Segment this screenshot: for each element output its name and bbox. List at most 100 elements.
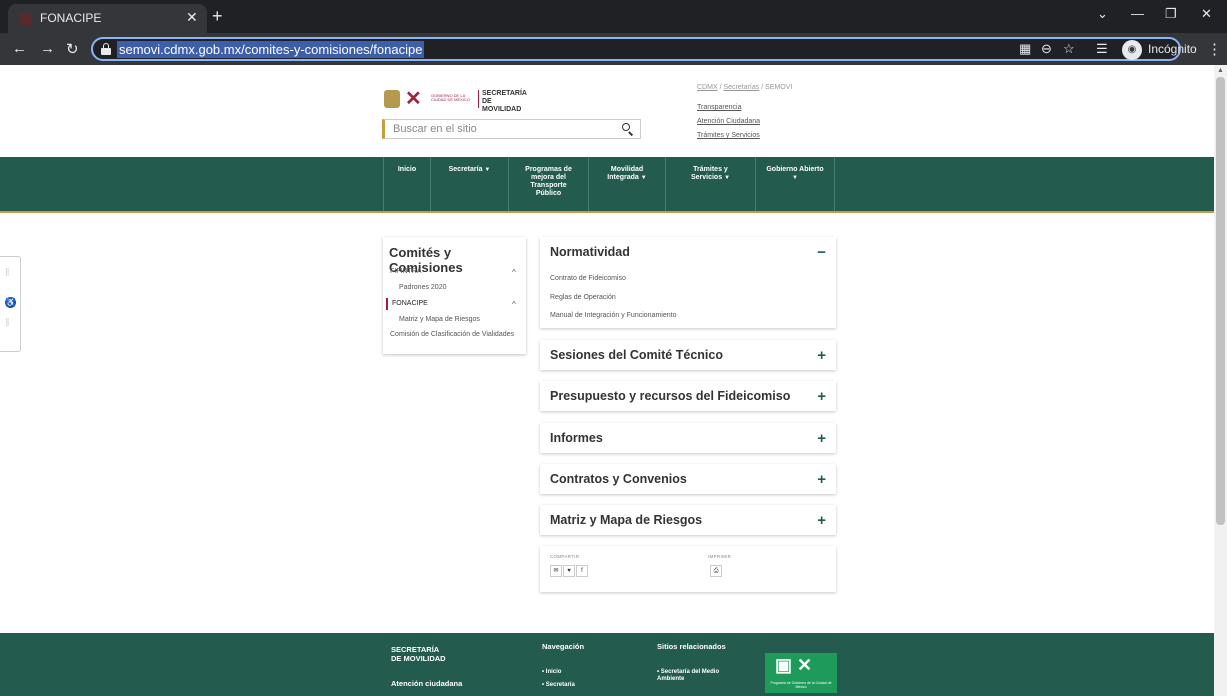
accordion-title[interactable]: Informes [550,431,603,445]
cdmx-mark-icon: ✕ [405,88,422,110]
share-facebook-icon[interactable]: f [576,565,588,577]
reload-icon[interactable]: ↻ [66,40,79,58]
accessibility-widget[interactable]: ⁞⁞ ⁞⁞ ♿ ⁞⁞ ⁞⁞ [0,256,21,352]
print-label: IMPRIMIR [708,554,732,559]
accordion-title[interactable]: Contratos y Convenios [550,472,687,486]
sidebar-item-comision[interactable]: Comisión de Clasificación de Vialidades [390,331,520,339]
sidebar-item-fonacipe[interactable]: FONACIPE [392,300,428,307]
chevron-down-icon: ▼ [724,175,731,181]
link-atencion-ciudadana[interactable]: Atención Ciudadana [697,118,760,125]
badge-text: Programa de Gobierno de la Ciudad de Méx… [770,681,832,689]
link-manual-integracion[interactable]: Manual de Integración y Funcionamiento [550,312,676,319]
zoom-icon[interactable]: ⊖ [1041,41,1052,57]
incognito-icon: ◉ [1122,40,1142,60]
nav-gobierno-abierto[interactable]: Gobierno Abierto ▼ [755,157,835,211]
collapse-minus-icon[interactable]: − [817,244,826,261]
incognito-label: Incógnito [1148,42,1197,56]
share-print-box: COMPARTIR IMPRIMIR ✉ ♥ f ⎙ [540,546,836,592]
chevron-down-icon: ▼ [640,175,647,181]
link-reglas-operacion[interactable]: Reglas de Operación [550,294,616,301]
url-text[interactable]: semovi.cdmx.gob.mx/comites-y-comisiones/… [117,41,425,58]
browser-toolbar: ← → ↻ semovi.cdmx.gob.mx/comites-y-comis… [0,33,1227,65]
accordion-presupuesto[interactable]: Presupuesto y recursos del Fideicomiso + [540,381,836,411]
accordion-title[interactable]: Normatividad [550,245,630,259]
nav-secretaria[interactable]: Secretaría ▼ [430,157,508,211]
scrollbar-thumb[interactable] [1216,77,1225,525]
accordion-normatividad: Normatividad − Contrato de Fideicomiso R… [540,237,836,328]
search-placeholder: Buscar en el sitio [393,123,477,135]
main-nav: Inicio Secretaría ▼ Programas de mejora … [0,157,1214,213]
logo-gov-text: GOBIERNO DE LA CIUDAD DE MÉXICO [431,93,470,102]
reading-list-icon[interactable]: ☰ [1096,41,1108,57]
browser-tab[interactable]: FONACIPE ✕ [8,4,207,33]
link-contrato-fideicomiso[interactable]: Contrato de Fideicomiso [550,275,626,282]
cdmx-program-badge[interactable]: ▣ ✕ Programa de Gobierno de la Ciudad de… [765,653,837,693]
browser-menu-icon[interactable]: ⋮ [1207,40,1222,58]
search-icon[interactable] [621,122,635,136]
close-window-icon[interactable]: ✕ [1201,6,1212,22]
footer-link-secretaria[interactable]: • Secretaría [542,682,575,689]
new-tab-icon[interactable]: + [212,6,223,27]
chevron-up-icon[interactable]: ^ [512,300,516,309]
link-tramites-servicios[interactable]: Trámites y Servicios [697,132,760,139]
sidebar-comites: Comités y Comisiones FIFINTRA ^ Padrones… [383,237,526,354]
expand-plus-icon[interactable]: + [817,430,826,447]
nav-programas[interactable]: Programas de mejora del Transporte Públi… [508,157,588,211]
accordion-title[interactable]: Sesiones del Comité Técnico [550,348,723,362]
print-icon[interactable]: ⎙ [710,565,722,577]
footer-link-sedema[interactable]: • Secretaría del Medio Ambiente [657,669,747,683]
address-bar[interactable]: semovi.cdmx.gob.mx/comites-y-comisiones/… [91,37,1181,61]
share-label: COMPARTIR [550,554,580,559]
forward-arrow-icon[interactable]: → [40,40,55,57]
lock-icon[interactable] [101,43,111,55]
accordion-title[interactable]: Matriz y Mapa de Riesgos [550,513,702,527]
expand-plus-icon[interactable]: + [817,347,826,364]
sidebar-item-padrones[interactable]: Padrones 2020 [399,284,446,291]
drag-handle-icon[interactable]: ⁞⁞ ⁞⁞ [6,319,9,328]
accordion-informes[interactable]: Informes + [540,423,836,453]
nav-tramites[interactable]: Trámites y Servicios ▼ [665,157,755,211]
breadcrumb-cdmx[interactable]: CDMX [697,84,718,91]
cdmx-mark-icon: ▣ ✕ [775,655,813,675]
logo-secretaria-text: SECRETARÍA DE MOVILIDAD [482,90,527,113]
footer-secretaria: SECRETARÍA DE MOVILIDAD [391,645,446,663]
share-twitter-icon[interactable]: ♥ [563,565,575,577]
nav-movilidad[interactable]: Movilidad Integrada ▼ [588,157,665,211]
expand-plus-icon[interactable]: + [817,512,826,529]
accessibility-icon[interactable]: ♿ [5,297,16,308]
breadcrumb: CDMX / Secretarías / SEMOVI [697,84,793,91]
bookmark-star-icon[interactable]: ☆ [1063,41,1075,57]
accordion-contratos[interactable]: Contratos y Convenios + [540,464,836,494]
back-arrow-icon[interactable]: ← [12,40,27,57]
sidebar-item-matriz[interactable]: Matriz y Mapa de Riesgos [399,316,480,323]
close-tab-icon[interactable]: ✕ [186,9,198,26]
chevron-down-icon: ▼ [484,167,491,173]
scroll-up-icon[interactable]: ▲ [1217,67,1224,74]
sidebar-item-fifintra[interactable]: FIFINTRA [390,268,422,275]
link-transparencia[interactable]: Transparencia [697,104,742,111]
share-email-icon[interactable]: ✉ [550,565,562,577]
accordion-matriz[interactable]: Matriz y Mapa de Riesgos + [540,505,836,535]
drag-handle-icon[interactable]: ⁞⁞ ⁞⁞ [6,269,9,278]
active-indicator [386,298,388,310]
footer-nav-heading: Navegación [542,642,585,651]
expand-plus-icon[interactable]: + [817,388,826,405]
qr-code-icon[interactable]: ▦ [1019,41,1031,57]
site-search-input[interactable]: Buscar en el sitio [382,119,641,139]
chevron-up-icon[interactable]: ^ [512,268,516,277]
minimize-icon[interactable]: — [1131,6,1144,21]
maximize-icon[interactable]: ❐ [1165,6,1177,22]
expand-plus-icon[interactable]: + [817,471,826,488]
footer-link-inicio[interactable]: • Inicio [542,669,561,676]
tab-search-icon[interactable]: ⌄ [1097,6,1108,22]
accordion-title[interactable]: Presupuesto y recursos del Fideicomiso [550,389,790,403]
mexico-seal-icon [384,90,400,108]
accordion-sesiones[interactable]: Sesiones del Comité Técnico + [540,340,836,370]
page-scrollbar[interactable]: ▲ [1214,65,1227,696]
footer-related-heading: Sitios relacionados [657,642,726,651]
site-footer: SECRETARÍA DE MOVILIDAD Atención ciudada… [0,633,1214,696]
breadcrumb-secretarias[interactable]: Secretarías [723,84,759,91]
web-page: ✕ GOBIERNO DE LA CIUDAD DE MÉXICO SECRET… [0,65,1214,696]
semovi-logo[interactable]: ✕ GOBIERNO DE LA CIUDAD DE MÉXICO SECRET… [384,88,527,114]
nav-inicio[interactable]: Inicio [383,157,430,211]
